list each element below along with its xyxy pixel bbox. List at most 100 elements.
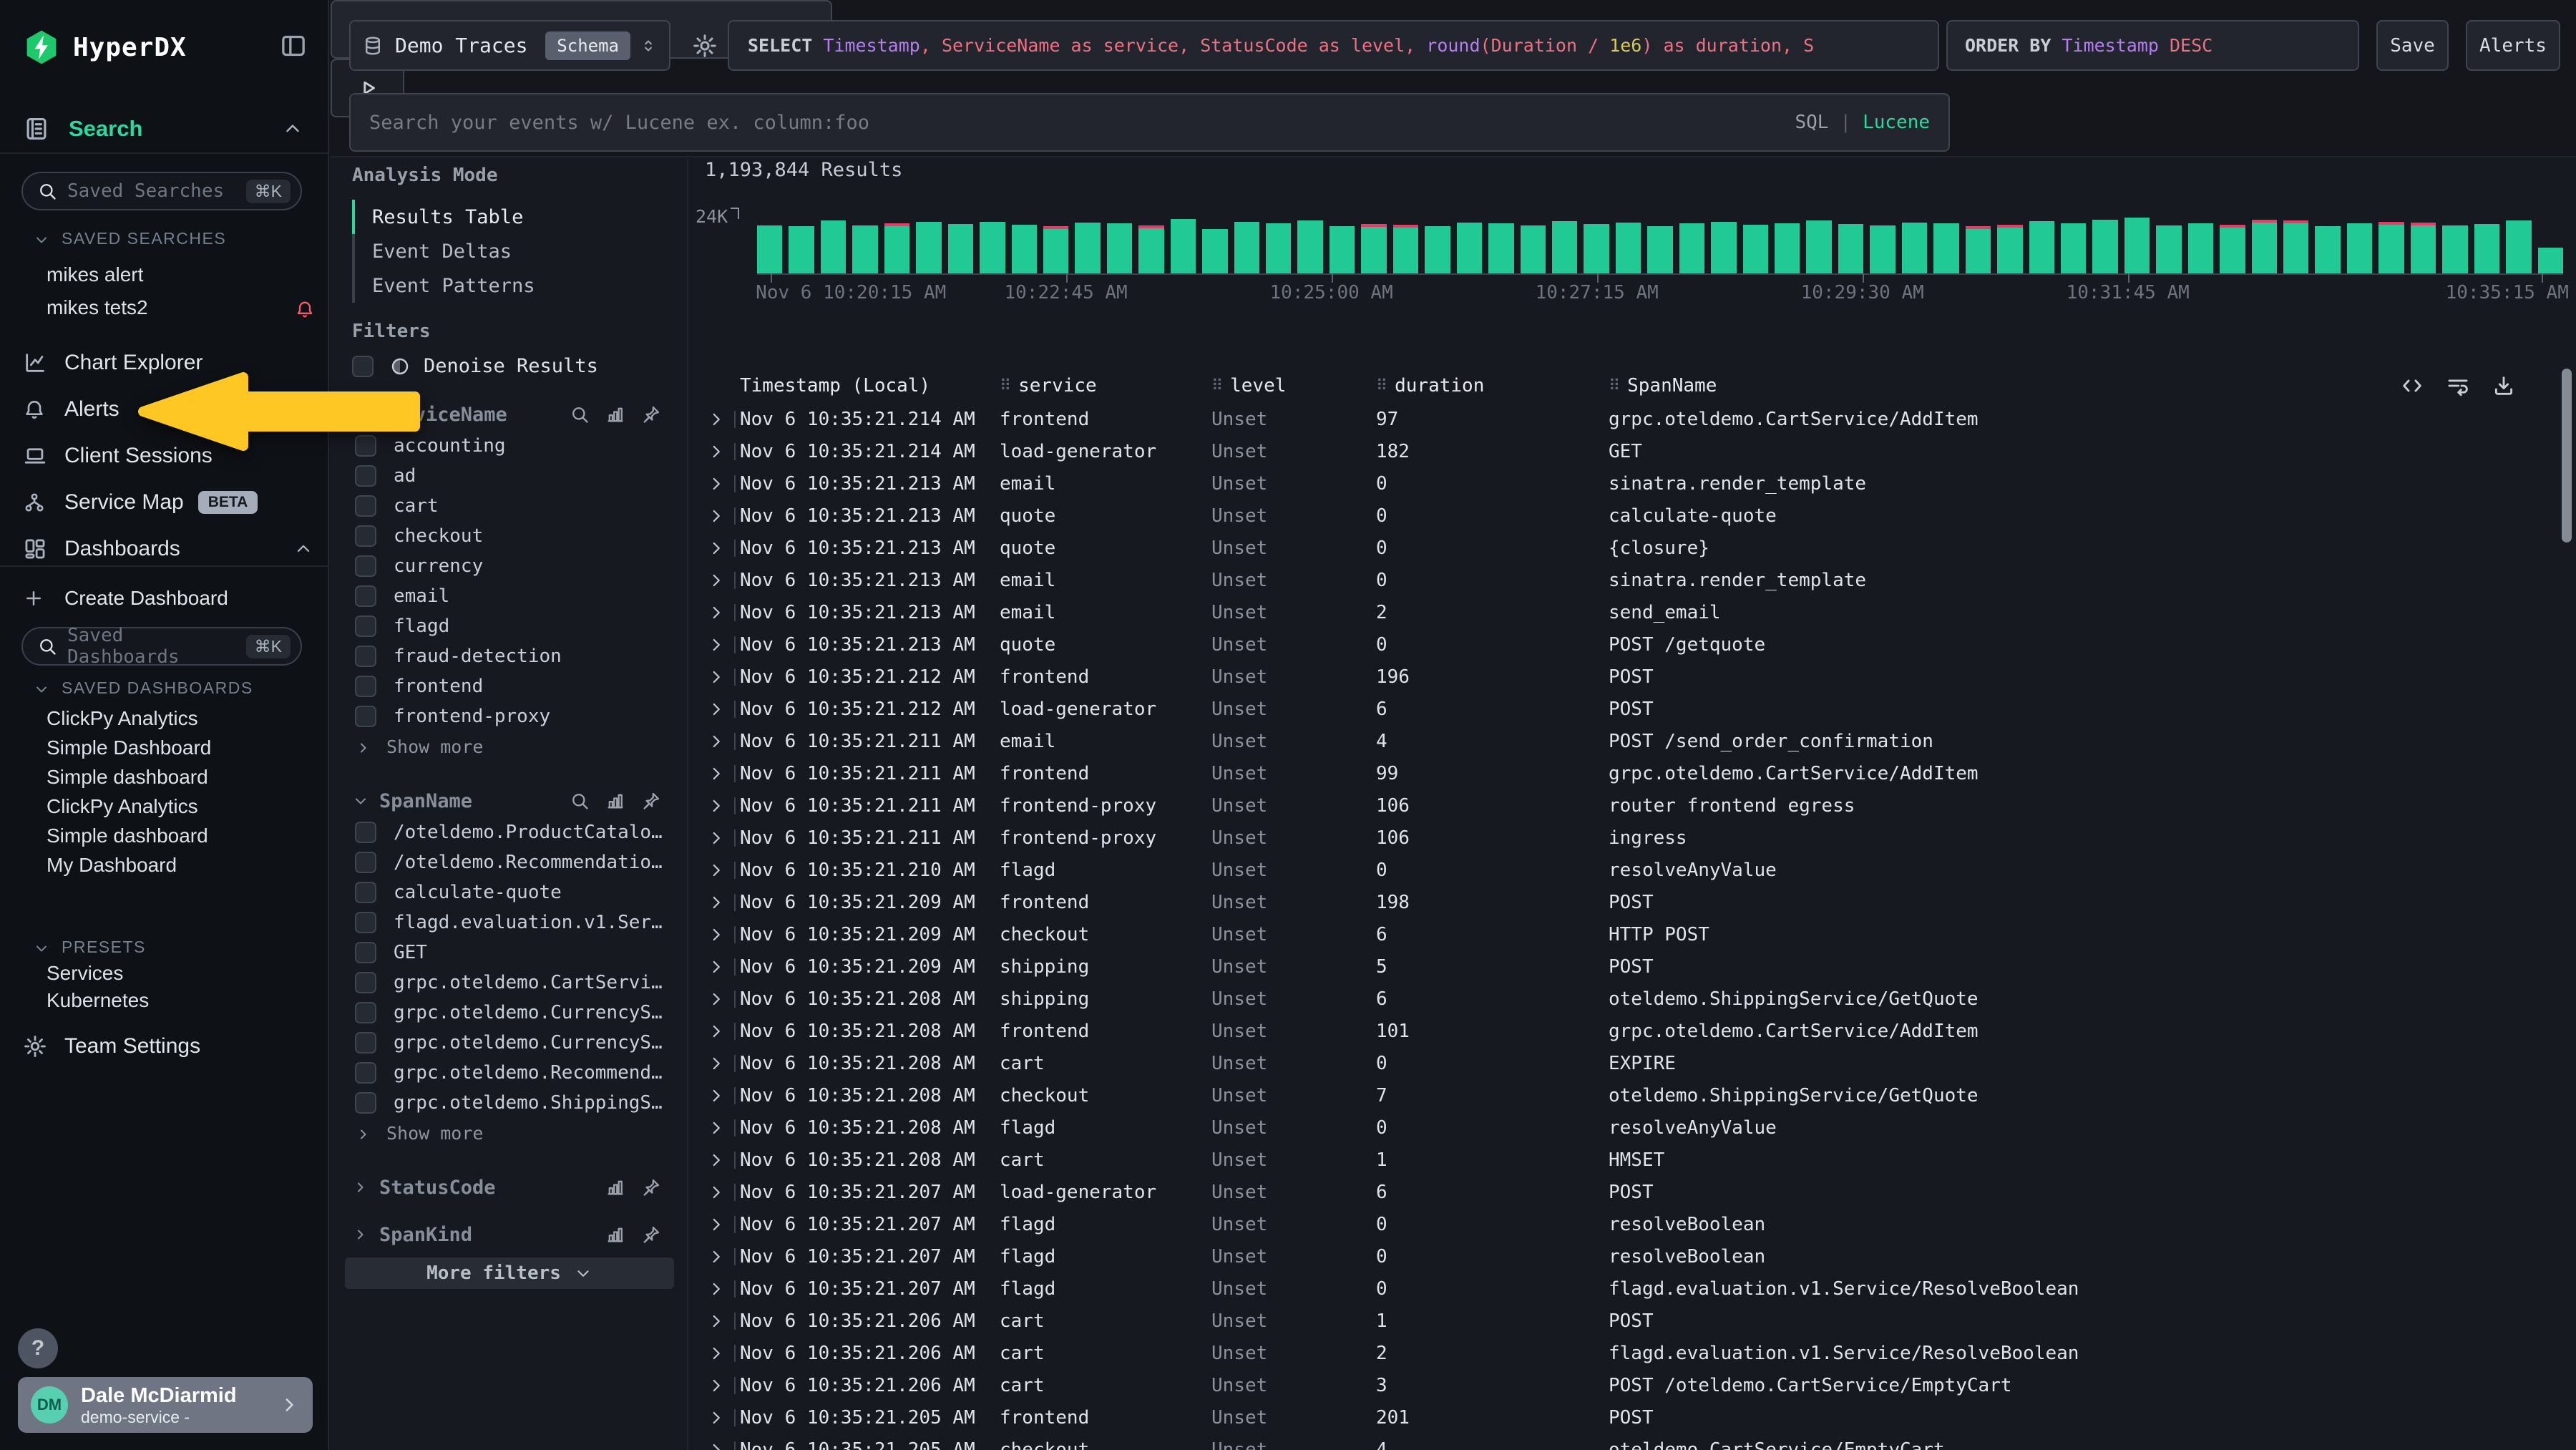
histogram-bar[interactable] xyxy=(1043,226,1068,273)
pin-icon[interactable] xyxy=(641,791,661,811)
histogram-bar[interactable] xyxy=(1330,226,1355,273)
histogram-bar[interactable] xyxy=(2506,220,2531,273)
user-menu[interactable]: DM Dale McDiarmid demo-service - xyxy=(18,1377,313,1433)
drag-handle-icon[interactable]: ⠿ xyxy=(1000,377,1011,395)
table-row[interactable]: Nov 6 10:35:21.206 AMcartUnset2flagd.eva… xyxy=(707,1337,2549,1369)
table-row[interactable]: Nov 6 10:35:21.210 AMflagdUnset0resolveA… xyxy=(707,854,2549,886)
source-settings-gear-icon[interactable] xyxy=(692,33,718,59)
order-by-editor[interactable]: ORDER BY Timestamp DESC xyxy=(1946,20,2359,71)
saved-dashboard-item[interactable]: ClickPy Analytics xyxy=(47,791,198,822)
table-row[interactable]: Nov 6 10:35:21.213 AMquoteUnset0calculat… xyxy=(707,500,2549,532)
histogram-bar[interactable] xyxy=(2283,220,2308,273)
saved-searches-header[interactable]: SAVED SEARCHES xyxy=(33,229,226,248)
filter-option[interactable]: ad xyxy=(331,461,687,491)
expand-row-icon[interactable] xyxy=(707,1344,740,1363)
histogram-bar[interactable] xyxy=(1552,221,1577,273)
histogram-bar[interactable] xyxy=(821,220,846,273)
filter-option[interactable]: cart xyxy=(331,491,687,521)
histogram-bar[interactable] xyxy=(1679,223,1704,273)
table-row[interactable]: Nov 6 10:35:21.214 AMload-generatorUnset… xyxy=(707,435,2549,467)
filter-option[interactable]: frontend xyxy=(331,671,687,701)
table-row[interactable]: Nov 6 10:35:21.209 AMcheckoutUnset6HTTP … xyxy=(707,918,2549,950)
histogram-bar[interactable] xyxy=(1012,225,1037,273)
table-row[interactable]: Nov 6 10:35:21.211 AMfrontendUnset99grpc… xyxy=(707,757,2549,789)
checkbox[interactable] xyxy=(355,972,376,993)
alerts-button[interactable]: Alerts xyxy=(2466,20,2560,71)
collapse-sidebar-icon[interactable] xyxy=(279,31,308,60)
histogram-bar[interactable] xyxy=(1775,223,1800,273)
expand-row-icon[interactable] xyxy=(707,410,740,429)
table-row[interactable]: Nov 6 10:35:21.207 AMflagdUnset0resolveB… xyxy=(707,1240,2549,1273)
histogram-bar[interactable] xyxy=(884,223,909,273)
nav-section-search[interactable]: Search xyxy=(23,109,308,149)
schema-badge[interactable]: Schema xyxy=(545,31,630,60)
table-row[interactable]: Nov 6 10:35:21.211 AMfrontend-proxyUnset… xyxy=(707,822,2549,854)
table-row[interactable]: Nov 6 10:35:21.207 AMload-generatorUnset… xyxy=(707,1176,2549,1208)
expand-row-icon[interactable] xyxy=(707,732,740,751)
filter-option[interactable]: flagd.evaluation.v1.Ser… xyxy=(331,908,687,938)
pin-icon[interactable] xyxy=(641,1177,661,1197)
saved-search-item[interactable]: mikes alert xyxy=(47,259,315,291)
checkbox[interactable] xyxy=(355,942,376,963)
analysis-mode-results-table[interactable]: Results Table xyxy=(372,200,535,234)
team-settings-button[interactable]: Team Settings xyxy=(23,1026,313,1066)
checkbox[interactable] xyxy=(355,1092,376,1114)
saved-dashboard-item[interactable]: ClickPy Analytics xyxy=(47,703,198,734)
expand-row-icon[interactable] xyxy=(707,475,740,493)
histogram-bar[interactable] xyxy=(2029,221,2054,273)
histogram-bar[interactable] xyxy=(2220,225,2245,273)
vertical-scrollbar[interactable] xyxy=(2562,369,2572,542)
expand-row-icon[interactable] xyxy=(707,442,740,461)
histogram-bar[interactable] xyxy=(948,224,973,273)
histogram-bar[interactable] xyxy=(1521,225,1546,273)
histogram-bar[interactable] xyxy=(852,225,877,273)
histogram-bar[interactable] xyxy=(1584,224,1609,273)
expand-row-icon[interactable] xyxy=(707,764,740,783)
expand-row-icon[interactable] xyxy=(707,1151,740,1169)
filter-option[interactable]: checkout xyxy=(331,521,687,551)
expand-row-icon[interactable] xyxy=(707,1183,740,1202)
histogram-bar[interactable] xyxy=(1457,223,1482,273)
histogram-bar[interactable] xyxy=(1966,226,1991,273)
query-language-toggle[interactable]: SQL | Lucene xyxy=(1795,112,1930,133)
histogram-bar[interactable] xyxy=(1902,223,1927,273)
table-row[interactable]: Nov 6 10:35:21.213 AMemailUnset2send_ema… xyxy=(707,596,2549,628)
expand-row-icon[interactable] xyxy=(707,1312,740,1330)
expand-row-icon[interactable] xyxy=(707,861,740,880)
saved-dashboards-input[interactable]: Saved Dashboards ⌘K xyxy=(21,627,302,666)
histogram-bar[interactable] xyxy=(1171,219,1196,273)
table-row[interactable]: Nov 6 10:35:21.213 AMquoteUnset0POST /ge… xyxy=(707,628,2549,661)
histogram-bar[interactable] xyxy=(1616,223,1641,273)
histogram-bar[interactable] xyxy=(789,226,814,273)
saved-dashboard-item[interactable]: Simple dashboard xyxy=(47,820,208,852)
histogram-bar[interactable] xyxy=(1743,225,1768,273)
expand-row-icon[interactable] xyxy=(707,507,740,525)
histogram-bar[interactable] xyxy=(980,222,1005,273)
histogram-bar[interactable] xyxy=(1933,223,1958,273)
mode-lucene[interactable]: Lucene xyxy=(1863,112,1930,133)
table-row[interactable]: Nov 6 10:35:21.214 AMfrontendUnset97grpc… xyxy=(707,403,2549,435)
checkbox[interactable] xyxy=(355,465,376,487)
events-histogram[interactable] xyxy=(757,216,2563,273)
histogram-bar[interactable] xyxy=(1202,229,1227,273)
histogram-bar[interactable] xyxy=(1297,220,1322,273)
drag-handle-icon[interactable]: ⠿ xyxy=(1211,377,1223,395)
chart-icon[interactable] xyxy=(605,1177,625,1197)
histogram-bar[interactable] xyxy=(1711,222,1736,273)
checkbox[interactable] xyxy=(355,706,376,727)
table-row[interactable]: Nov 6 10:35:21.211 AMfrontend-proxyUnset… xyxy=(707,789,2549,822)
checkbox[interactable] xyxy=(355,1002,376,1023)
expand-row-icon[interactable] xyxy=(707,1054,740,1073)
search-icon[interactable] xyxy=(570,404,590,424)
table-row[interactable]: Nov 6 10:35:21.212 AMfrontendUnset196POS… xyxy=(707,661,2549,693)
pin-icon[interactable] xyxy=(641,1225,661,1245)
expand-row-icon[interactable] xyxy=(707,925,740,944)
filter-option[interactable]: grpc.oteldemo.ShippingS… xyxy=(331,1088,687,1118)
histogram-bar[interactable] xyxy=(2156,225,2181,273)
chart-icon[interactable] xyxy=(605,404,625,424)
table-row[interactable]: Nov 6 10:35:21.207 AMflagdUnset0resolveB… xyxy=(707,1208,2549,1240)
histogram-bar[interactable] xyxy=(1266,223,1291,273)
histogram-bar[interactable] xyxy=(757,225,782,273)
expand-row-icon[interactable] xyxy=(707,1119,740,1137)
histogram-bar[interactable] xyxy=(1393,225,1418,273)
